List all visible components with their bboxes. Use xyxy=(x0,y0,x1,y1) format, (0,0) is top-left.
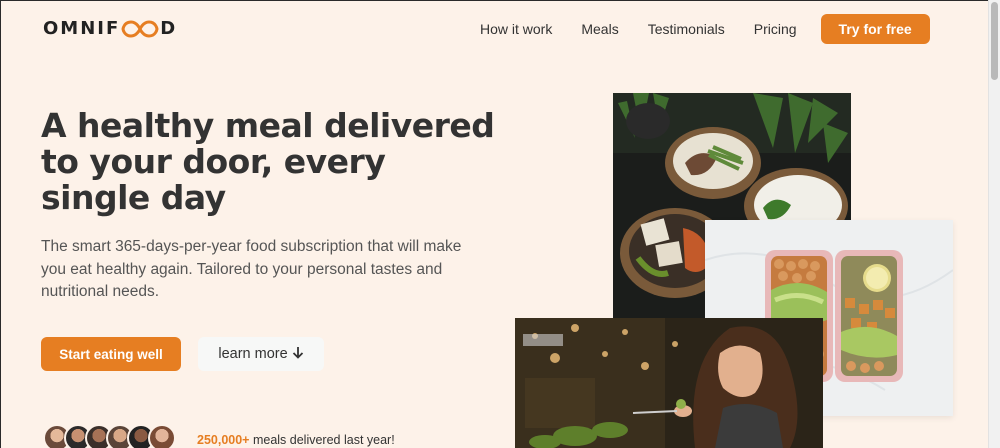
hero-description: The smart 365-days-per-year food subscri… xyxy=(41,238,462,300)
logo-text-start: OMNIF xyxy=(43,18,121,39)
meals-delivered-count: 250,000+ xyxy=(197,433,250,447)
nav-link-meals[interactable]: Meals xyxy=(581,21,618,37)
learn-more-label: learn more xyxy=(218,346,288,362)
scrollbar-thumb[interactable] xyxy=(991,2,998,80)
infinity-logo-icon xyxy=(121,19,159,38)
logo-text-end: D xyxy=(160,18,178,39)
logo[interactable]: OMNIF D xyxy=(43,18,177,39)
hero-title: A healthy meal delivered to your door, e… xyxy=(41,106,495,217)
learn-more-button[interactable]: learn more xyxy=(198,337,324,371)
nav-link-testimonials[interactable]: Testimonials xyxy=(648,21,725,37)
meals-delivered-label: meals delivered last year! xyxy=(249,433,395,447)
nav-link-pricing[interactable]: Pricing xyxy=(754,21,797,37)
arrow-down-icon xyxy=(292,346,304,363)
browser-frame-top xyxy=(0,0,1000,1)
nav-link-how-it-works[interactable]: How it work xyxy=(480,21,552,37)
customer-avatars xyxy=(43,424,176,448)
main-nav: How it work Meals Testimonials Pricing T… xyxy=(480,14,930,44)
scrollbar[interactable] xyxy=(988,0,1000,448)
avatar xyxy=(148,424,176,448)
try-for-free-button[interactable]: Try for free xyxy=(820,14,930,44)
browser-frame-left xyxy=(0,0,1,448)
hero-image-woman-eating xyxy=(515,318,823,448)
meals-delivered-text: 250,000+ meals delivered last year! xyxy=(197,433,395,447)
start-eating-well-button[interactable]: Start eating well xyxy=(41,337,181,371)
